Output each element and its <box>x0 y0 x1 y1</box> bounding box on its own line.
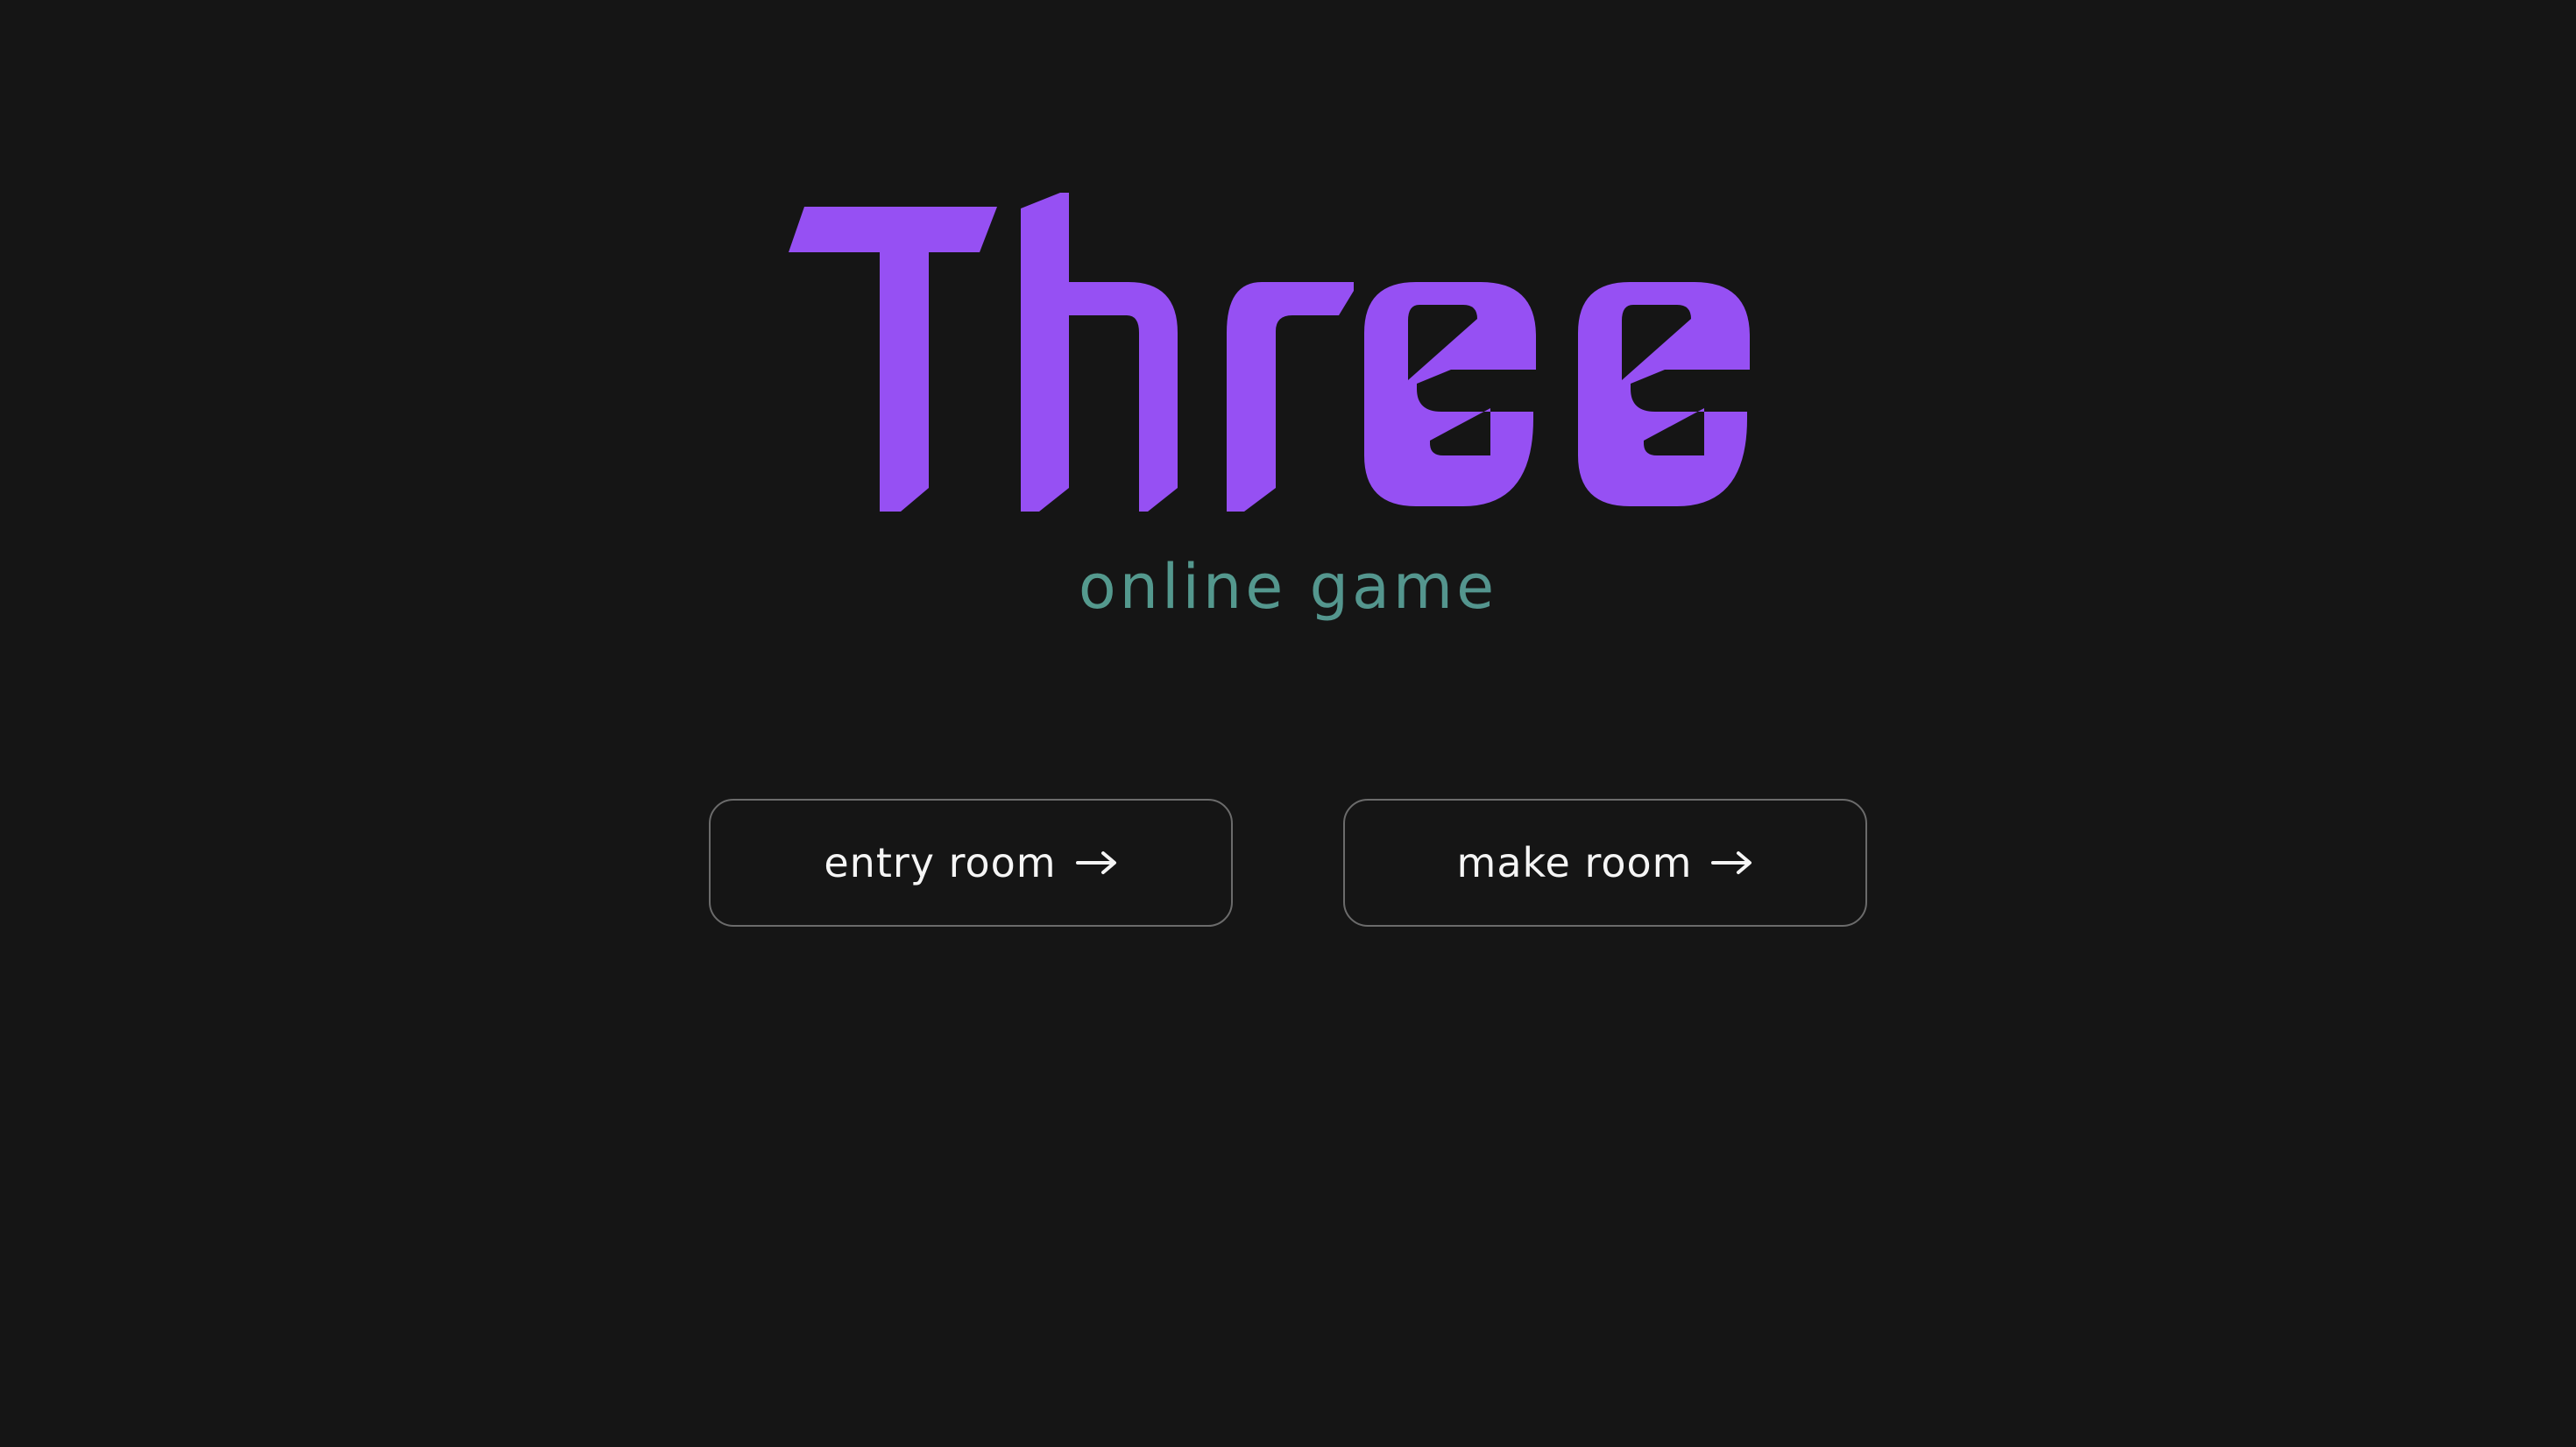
room-actions: entry room make room <box>709 799 1867 928</box>
make-room-label: make room <box>1456 839 1693 886</box>
entry-room-button[interactable]: entry room <box>709 799 1233 927</box>
hero-section: online game <box>0 0 2576 666</box>
right-arrow-icon <box>1075 851 1118 875</box>
right-arrow-icon <box>1711 851 1753 875</box>
game-logo <box>789 193 1770 526</box>
game-subtitle: online game <box>0 543 2576 631</box>
entry-room-label: entry room <box>824 839 1057 886</box>
make-room-button[interactable]: make room <box>1343 799 1867 927</box>
three-wordmark-icon <box>789 193 1750 512</box>
